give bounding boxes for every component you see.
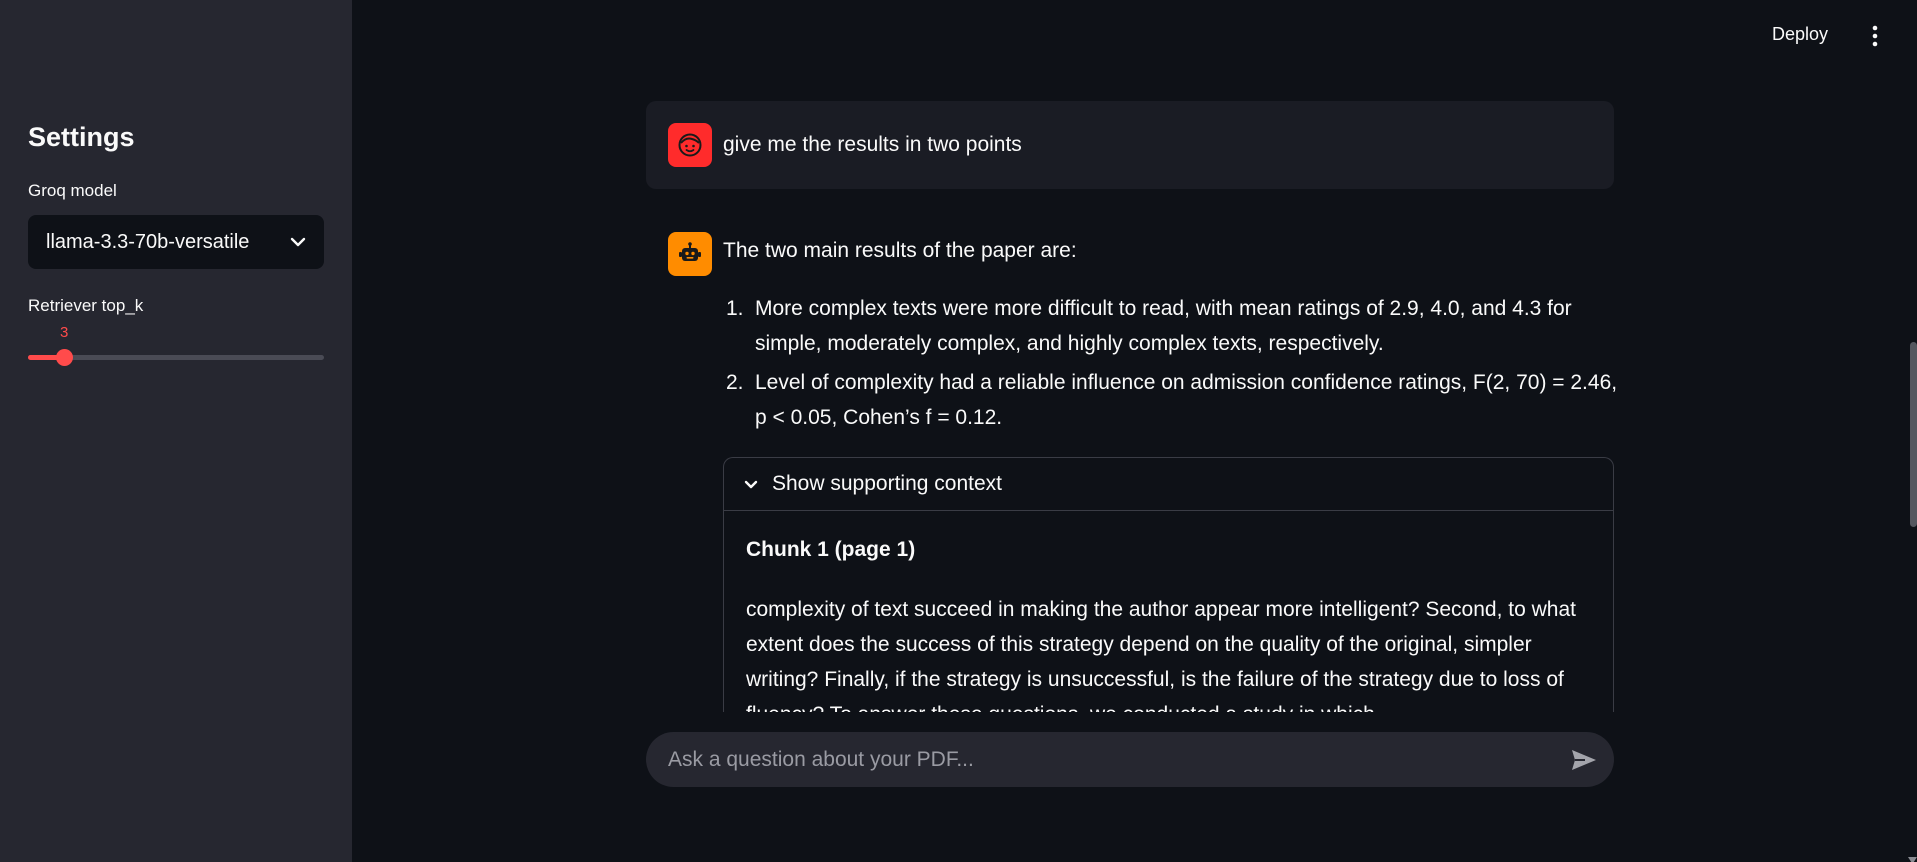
scroll-down-icon[interactable] bbox=[1908, 851, 1917, 862]
robot-icon bbox=[668, 232, 712, 276]
sidebar: Settings Groq model llama-3.3-70b-versat… bbox=[0, 0, 352, 862]
deploy-button[interactable]: Deploy bbox=[1772, 24, 1828, 45]
list-item-text: Level of complexity had a reliable influ… bbox=[755, 371, 1618, 429]
kebab-menu-icon[interactable] bbox=[1870, 24, 1880, 53]
assistant-points-list: 1. More complex texts were more difficul… bbox=[723, 291, 1618, 439]
send-icon[interactable] bbox=[1554, 749, 1614, 771]
list-item-text: More complex texts were more difficult t… bbox=[755, 297, 1572, 355]
supporting-context-expander: Show supporting context Chunk 1 (page 1)… bbox=[723, 457, 1614, 712]
model-select-value: llama-3.3-70b-versatile bbox=[46, 230, 250, 253]
chunk-text: complexity of text succeed in making the… bbox=[746, 598, 1576, 712]
chat-input-container bbox=[646, 732, 1614, 787]
model-label: Groq model bbox=[28, 181, 117, 200]
chevron-down-icon bbox=[290, 237, 306, 247]
scrollbar[interactable] bbox=[1910, 342, 1917, 527]
expander-label: Show supporting context bbox=[772, 472, 1002, 495]
list-item: 2. Level of complexity had a reliable in… bbox=[723, 365, 1618, 435]
model-select[interactable]: llama-3.3-70b-versatile bbox=[28, 215, 324, 269]
sidebar-title: Settings bbox=[28, 122, 135, 152]
user-message-text: give me the results in two points bbox=[723, 133, 1022, 156]
slider-value: 3 bbox=[60, 324, 69, 341]
expander-toggle[interactable]: Show supporting context bbox=[724, 458, 1613, 511]
list-item-number: 2. bbox=[726, 371, 744, 394]
chat-input[interactable] bbox=[668, 747, 1554, 772]
list-item-number: 1. bbox=[726, 297, 744, 320]
app: Settings Groq model llama-3.3-70b-versat… bbox=[0, 0, 1917, 862]
list-item: 1. More complex texts were more difficul… bbox=[723, 291, 1618, 361]
chevron-down-icon bbox=[744, 480, 758, 489]
user-message: give me the results in two points bbox=[646, 101, 1614, 189]
topk-slider[interactable]: 3 bbox=[28, 320, 324, 366]
topk-label: Retriever top_k bbox=[28, 296, 144, 315]
slider-thumb[interactable] bbox=[56, 349, 73, 366]
assistant-intro: The two main results of the paper are: bbox=[723, 239, 1077, 262]
chunk-title: Chunk 1 (page 1) bbox=[746, 538, 916, 561]
face-icon bbox=[668, 123, 712, 167]
